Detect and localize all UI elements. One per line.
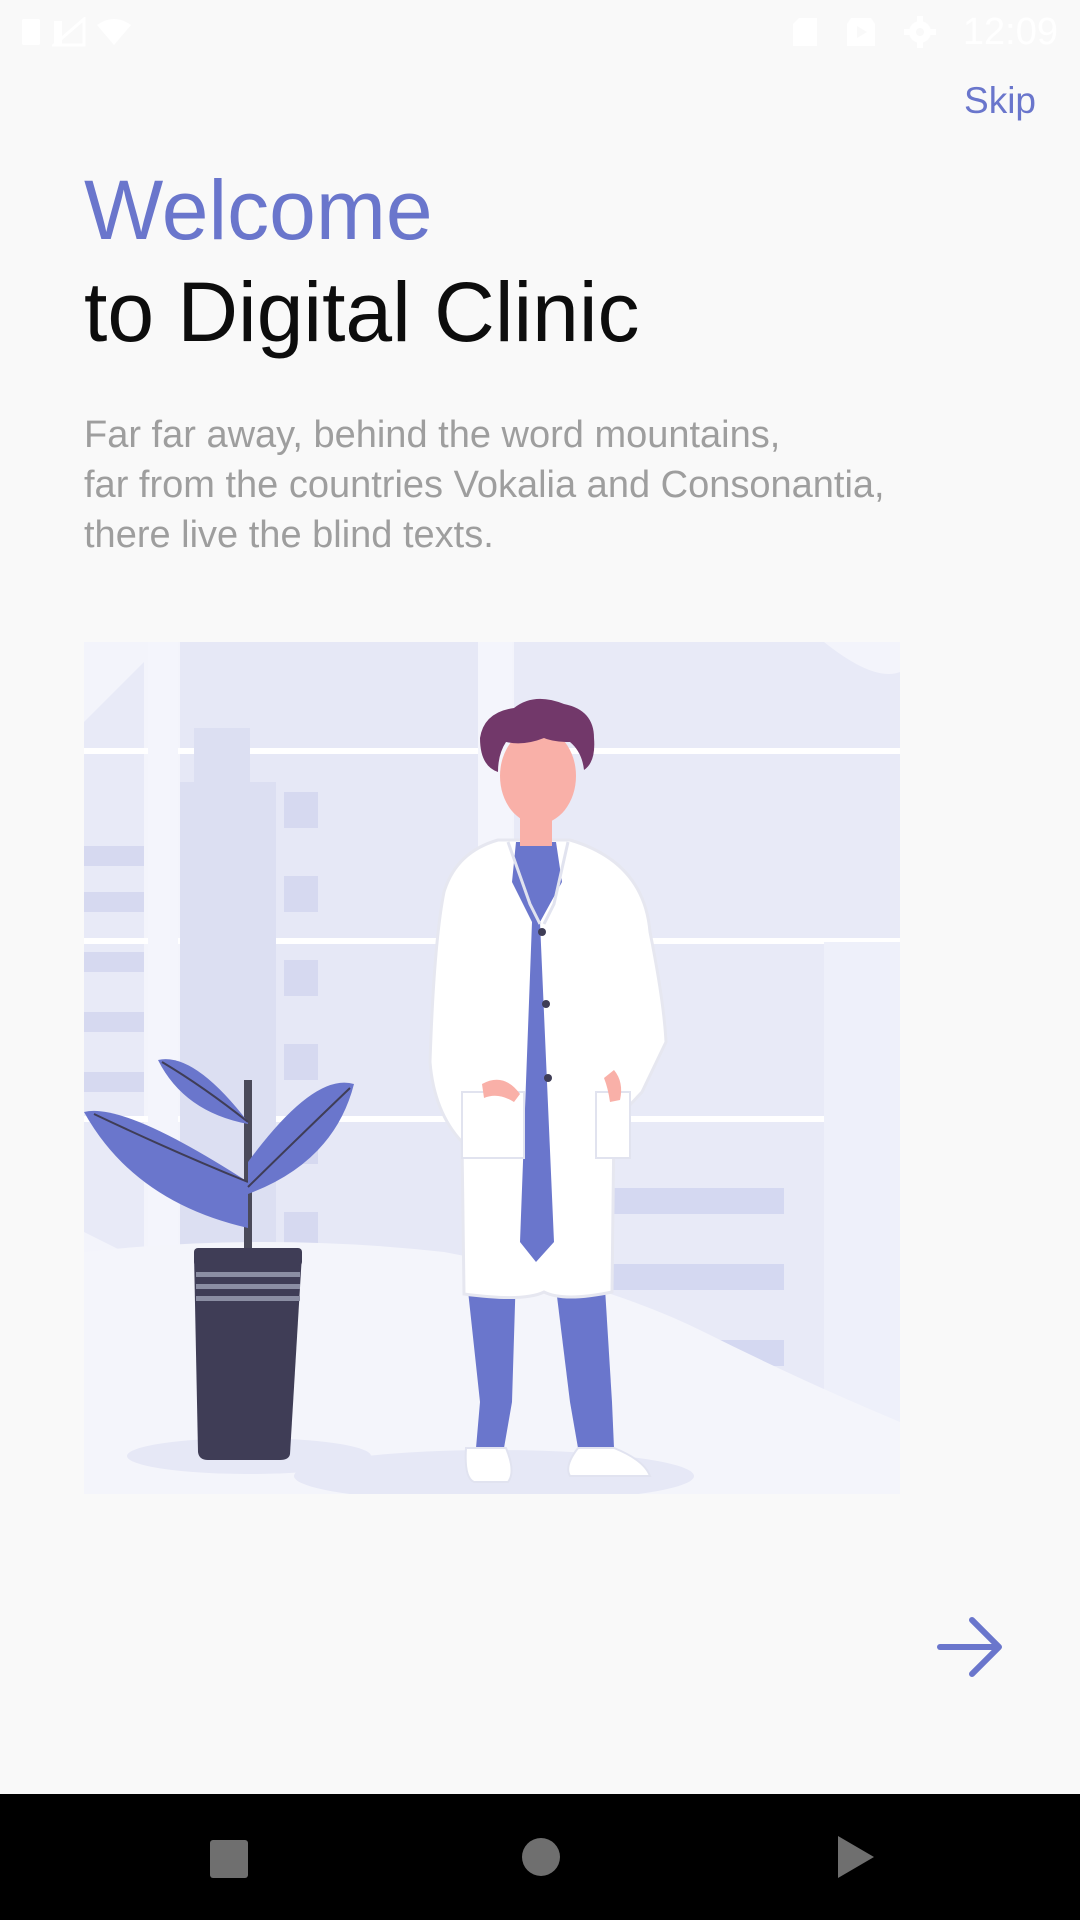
wifi-icon [97, 19, 131, 45]
status-bar: 12:09 [0, 0, 1080, 64]
doctor-illustration [84, 642, 900, 1494]
description-line: there live the blind texts. [84, 514, 494, 556]
back-triangle-icon[interactable] [834, 1834, 876, 1880]
app-name-title: to Digital Clinic [84, 265, 640, 359]
play-store-icon [846, 18, 875, 46]
settings-icon [903, 16, 936, 48]
recents-square-icon[interactable] [208, 1838, 250, 1880]
skip-button[interactable]: Skip [964, 80, 1036, 122]
status-left-icons [20, 0, 132, 64]
description-line: Far far away, behind the word mountains, [84, 414, 781, 456]
sd-card-icon [792, 18, 817, 46]
signal-icon [52, 17, 86, 47]
next-arrow-button[interactable] [936, 1614, 1006, 1680]
status-right-icons: 12:09 [791, 0, 1058, 64]
navigation-bar [0, 1794, 1080, 1920]
description-line: far from the countries Vokalia and Conso… [84, 464, 885, 506]
welcome-title: Welcome [84, 163, 433, 257]
battery-icon [22, 19, 40, 45]
status-time: 12:09 [962, 10, 1058, 53]
home-circle-icon[interactable] [520, 1836, 562, 1878]
description-text: Far far away, behind the word mountains,… [84, 410, 1024, 560]
